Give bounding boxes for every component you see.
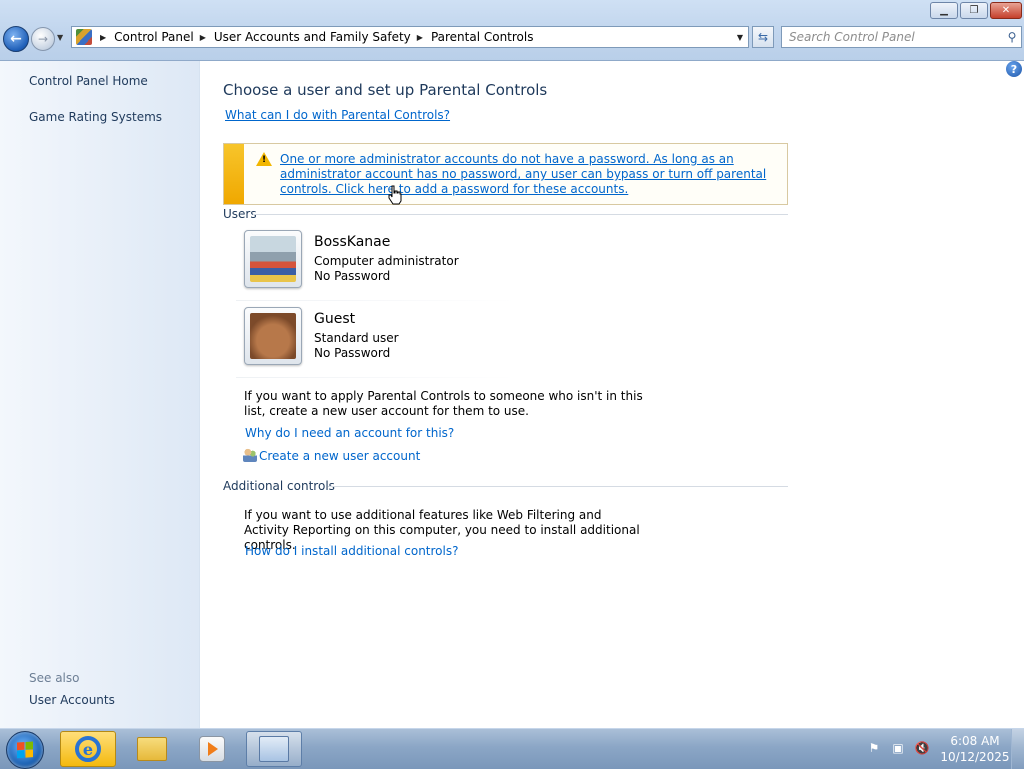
search-icon[interactable]: ⚲ — [1003, 30, 1021, 44]
recent-pages-dropdown[interactable]: ▼ — [57, 33, 63, 42]
volume-muted-icon[interactable]: 🔇 — [914, 741, 930, 755]
control-panel-icon — [259, 736, 289, 762]
avatar[interactable] — [244, 307, 302, 365]
user-card-bosskanae[interactable]: BossKanae Computer administrator No Pass… — [244, 230, 524, 294]
create-account-row[interactable]: Create a new user account — [243, 448, 420, 463]
breadcrumb-control-panel[interactable]: Control Panel — [114, 30, 194, 44]
refresh-icon: ⇆ — [757, 30, 769, 44]
user-password-status: No Password — [314, 346, 391, 360]
window-controls: ▁ ❐ ✕ — [930, 2, 1022, 19]
help-button[interactable]: ? — [1006, 61, 1022, 77]
why-need-account-link[interactable]: Why do I need an account for this? — [245, 426, 454, 440]
user-card-divider — [236, 300, 516, 301]
install-additional-controls-link[interactable]: How do I install additional controls? — [245, 544, 458, 558]
clock-time: 6:08 AM — [950, 734, 1000, 748]
clock-date: 10/12/2025 — [940, 750, 1010, 764]
avatar[interactable] — [244, 230, 302, 288]
sidebar-item-control-panel-home[interactable]: Control Panel Home — [29, 74, 148, 88]
forward-button[interactable]: → — [31, 27, 55, 51]
start-button[interactable] — [6, 731, 44, 769]
robot-avatar-icon — [250, 236, 296, 282]
address-bar[interactable]: ▶ Control Panel ▶ User Accounts and Fami… — [71, 26, 749, 48]
network-icon[interactable]: ▣ — [890, 741, 906, 755]
create-user-account-link[interactable]: Create a new user account — [259, 449, 420, 463]
chevron-right-icon[interactable]: ▶ — [417, 33, 423, 42]
show-desktop-button[interactable] — [1011, 729, 1024, 769]
page-title: Choose a user and set up Parental Contro… — [223, 81, 548, 99]
taskbar: e ⚑ ▣ 🔇 6:08 AM 10/12/2025 — [0, 728, 1024, 769]
user-card-guest[interactable]: Guest Standard user No Password — [244, 307, 524, 371]
user-role: Computer administrator — [314, 254, 459, 268]
users-icon — [243, 448, 257, 462]
chevron-right-icon[interactable]: ▶ — [100, 33, 106, 42]
additional-controls-header: Additional controls — [223, 479, 335, 493]
main-content: ? Choose a user and set up Parental Cont… — [201, 61, 1024, 728]
forward-arrow-icon: → — [37, 32, 49, 46]
media-player-icon — [199, 736, 225, 762]
not-in-list-text: If you want to apply Parental Controls t… — [244, 389, 643, 418]
what-can-i-do-link[interactable]: What can I do with Parental Controls? — [225, 108, 450, 122]
action-center-flag-icon[interactable]: ⚑ — [866, 741, 882, 755]
user-role: Standard user — [314, 331, 399, 345]
windows-logo-icon — [17, 741, 33, 759]
taskbar-media-player[interactable] — [184, 731, 240, 767]
help-icon: ? — [1010, 62, 1018, 76]
minimize-button[interactable]: ▁ — [930, 2, 958, 19]
password-warning-banner[interactable]: ! One or more administrator accounts do … — [223, 143, 788, 205]
hand-cursor-icon — [388, 185, 402, 205]
search-box[interactable]: ⚲ — [781, 26, 1022, 48]
sidebar-item-game-rating-systems[interactable]: Game Rating Systems — [29, 110, 162, 124]
windows-explorer-icon — [137, 737, 167, 761]
taskbar-control-panel[interactable] — [246, 731, 302, 767]
users-divider — [253, 214, 788, 215]
user-name[interactable]: BossKanae — [314, 234, 390, 250]
user-card-divider — [236, 377, 516, 378]
left-pane: Control Panel Home Game Rating Systems S… — [0, 61, 200, 728]
chevron-right-icon[interactable]: ▶ — [200, 33, 206, 42]
add-password-link[interactable]: One or more administrator accounts do no… — [280, 152, 780, 197]
additional-controls-divider — [328, 486, 788, 487]
back-button[interactable]: ← — [3, 26, 29, 52]
control-panel-icon — [76, 29, 92, 45]
search-input[interactable] — [782, 27, 1003, 47]
see-also-label: See also — [29, 671, 80, 685]
breadcrumb-parental-controls[interactable]: Parental Controls — [431, 30, 534, 44]
taskbar-windows-explorer[interactable] — [124, 731, 180, 767]
system-tray: ⚑ ▣ 🔇 — [866, 741, 930, 755]
internet-explorer-icon: e — [75, 736, 101, 762]
clock[interactable]: 6:08 AM 10/12/2025 — [940, 733, 1010, 765]
sidebar-item-user-accounts[interactable]: User Accounts — [29, 693, 115, 707]
taskbar-internet-explorer[interactable]: e — [60, 731, 116, 767]
chevron-down-icon[interactable]: ▼ — [737, 33, 743, 42]
close-button[interactable]: ✕ — [990, 2, 1022, 19]
window-chrome: ▁ ❐ ✕ ← → ▼ ▶ Control Panel ▶ User Accou… — [0, 0, 1024, 61]
user-name[interactable]: Guest — [314, 311, 355, 327]
back-arrow-icon: ← — [10, 31, 22, 47]
warning-stripe — [224, 144, 244, 204]
breadcrumb-user-accounts[interactable]: User Accounts and Family Safety — [214, 30, 411, 44]
warning-icon: ! — [256, 152, 272, 166]
refresh-button[interactable]: ⇆ — [752, 26, 774, 48]
briefcase-avatar-icon — [250, 313, 296, 359]
maximize-button[interactable]: ❐ — [960, 2, 988, 19]
users-section-header: Users — [223, 207, 257, 221]
user-password-status: No Password — [314, 269, 391, 283]
